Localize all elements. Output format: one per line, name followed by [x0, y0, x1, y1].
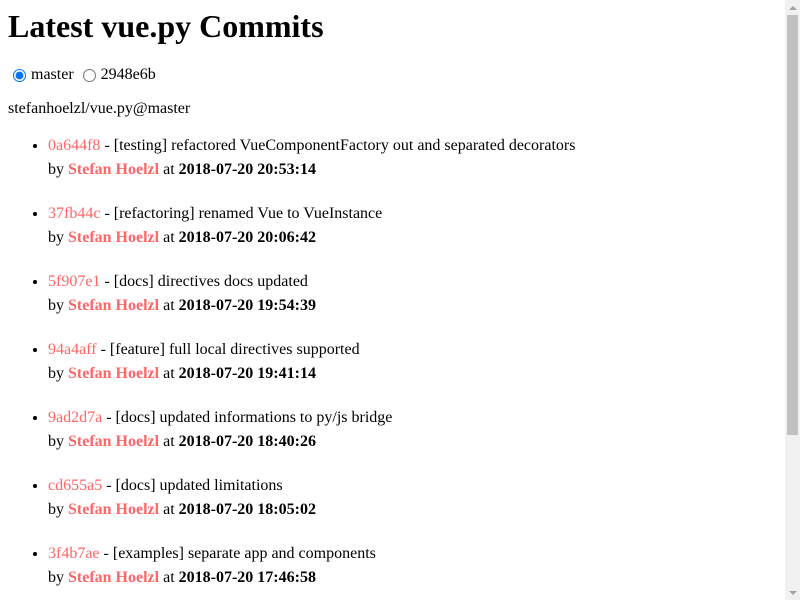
triangle-down-icon	[788, 590, 797, 595]
commit-message: [docs] updated limitations	[115, 477, 283, 494]
commit-author[interactable]: Stefan Hoelzl	[68, 501, 159, 518]
commit-separator: -	[99, 545, 113, 562]
commit-message: [docs] updated informations to py/js bri…	[115, 409, 393, 426]
by-label: by	[48, 365, 64, 382]
commit-date: 2018-07-20 20:06:42	[178, 229, 316, 246]
branch-selector: master 2948e6b	[8, 66, 777, 84]
commit-sha-link[interactable]: 37fb44c	[48, 205, 100, 222]
at-label: at	[163, 161, 175, 178]
by-label: by	[48, 501, 64, 518]
page-viewport: Latest vue.py Commits master 2948e6b ste…	[0, 0, 785, 600]
commit-date: 2018-07-20 18:40:26	[178, 433, 316, 450]
at-label: at	[163, 229, 175, 246]
commit-message: [feature] full local directives supporte…	[109, 341, 360, 358]
commit-item: cd655a5 - [docs] updated limitations by …	[48, 474, 777, 522]
commit-item: 5f907e1 - [docs] directives docs updated…	[48, 270, 777, 318]
at-label: at	[163, 433, 175, 450]
commit-separator: -	[100, 137, 114, 154]
at-label: at	[163, 365, 175, 382]
commit-separator: -	[96, 341, 110, 358]
commit-separator: -	[100, 205, 114, 222]
commit-author[interactable]: Stefan Hoelzl	[68, 229, 159, 246]
triangle-up-icon	[788, 5, 797, 10]
commit-author[interactable]: Stefan Hoelzl	[68, 433, 159, 450]
repo-branch-label: stefanhoelzl/vue.py@master	[8, 100, 191, 117]
at-label: at	[163, 501, 175, 518]
page-title: Latest vue.py Commits	[8, 8, 324, 44]
commit-separator: -	[102, 409, 116, 426]
commit-sha-link[interactable]: 0a644f8	[48, 137, 100, 154]
commit-author[interactable]: Stefan Hoelzl	[68, 569, 159, 586]
commit-author[interactable]: Stefan Hoelzl	[68, 365, 159, 382]
commit-message: [examples] separate app and components	[112, 545, 376, 562]
at-label: at	[163, 569, 175, 586]
commit-date: 2018-07-20 18:05:02	[178, 501, 316, 518]
branch-label-2948e6b[interactable]: 2948e6b	[101, 66, 156, 84]
commit-message: [testing] refactored VueComponentFactory…	[113, 137, 576, 154]
commit-separator: -	[102, 477, 116, 494]
vertical-scrollbar[interactable]	[785, 0, 800, 600]
commit-message: [refactoring] renamed Vue to VueInstance	[113, 205, 383, 222]
commit-date: 2018-07-20 19:41:14	[178, 365, 316, 382]
at-label: at	[163, 297, 175, 314]
commit-sha-link[interactable]: 3f4b7ae	[48, 545, 100, 562]
commit-item: 9ad2d7a - [docs] updated informations to…	[48, 406, 777, 454]
commit-date: 2018-07-20 19:54:39	[178, 297, 316, 314]
by-label: by	[48, 297, 64, 314]
branch-radio-master[interactable]	[13, 68, 26, 82]
commit-list: 0a644f8 - [testing] refactored VueCompon…	[8, 134, 777, 590]
commit-sha-link[interactable]: cd655a5	[48, 477, 102, 494]
by-label: by	[48, 161, 64, 178]
commit-sha-link[interactable]: 9ad2d7a	[48, 409, 102, 426]
commit-sha-link[interactable]: 94a4aff	[48, 341, 97, 358]
commit-date: 2018-07-20 20:53:14	[178, 161, 316, 178]
commit-sha-link[interactable]: 5f907e1	[48, 273, 100, 290]
scroll-down-button[interactable]	[785, 585, 800, 600]
commit-message: [docs] directives docs updated	[113, 273, 308, 290]
by-label: by	[48, 229, 64, 246]
scroll-up-button[interactable]	[785, 0, 800, 15]
branch-radio-2948e6b[interactable]	[82, 68, 96, 82]
branch-label-master[interactable]: master	[31, 66, 74, 84]
commit-item: 3f4b7ae - [examples] separate app and co…	[48, 542, 777, 590]
commit-author[interactable]: Stefan Hoelzl	[68, 161, 159, 178]
page-content: Latest vue.py Commits master 2948e6b ste…	[0, 0, 785, 590]
by-label: by	[48, 569, 64, 586]
commit-item: 0a644f8 - [testing] refactored VueCompon…	[48, 134, 777, 182]
commit-item: 94a4aff - [feature] full local directive…	[48, 338, 777, 386]
commit-author[interactable]: Stefan Hoelzl	[68, 297, 159, 314]
scrollbar-thumb[interactable]	[787, 15, 798, 435]
by-label: by	[48, 433, 64, 450]
commit-item: 37fb44c - [refactoring] renamed Vue to V…	[48, 202, 777, 250]
commit-date: 2018-07-20 17:46:58	[178, 569, 316, 586]
commit-separator: -	[100, 273, 114, 290]
